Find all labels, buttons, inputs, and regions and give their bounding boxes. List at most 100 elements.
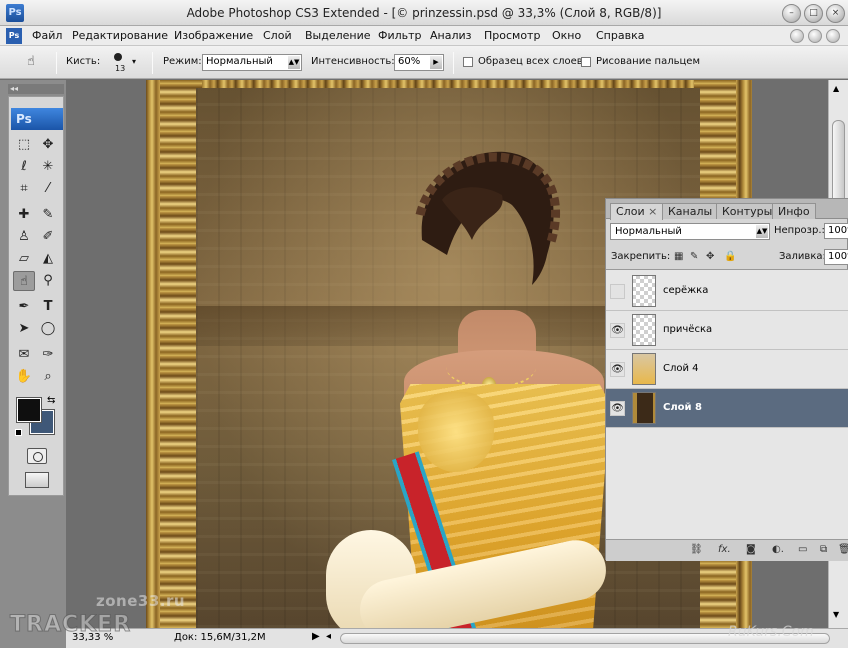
chevron-right-icon[interactable]: ▶ xyxy=(430,56,442,69)
adjustment-layer-icon[interactable]: ◐. xyxy=(772,544,784,555)
foreground-color-swatch[interactable] xyxy=(16,397,42,423)
minimize-icon[interactable]: – xyxy=(782,4,801,23)
lock-pixels-icon[interactable]: ✎ xyxy=(690,251,698,262)
layer-name: серёжка xyxy=(663,285,709,296)
layer-row[interactable]: серёжка xyxy=(606,272,848,311)
marquee-tool[interactable]: ⬚ xyxy=(13,135,35,155)
lasso-tool[interactable]: ℓ xyxy=(13,157,35,177)
close-icon[interactable]: × xyxy=(826,4,845,23)
clone-stamp-tool[interactable]: ♙ xyxy=(13,227,35,247)
add-mask-icon[interactable]: ◙ xyxy=(746,544,756,555)
default-colors-icon[interactable] xyxy=(15,429,22,436)
opacity-field[interactable]: 100% xyxy=(824,223,848,239)
doc-minimize-icon[interactable] xyxy=(790,29,804,43)
tab-layers[interactable]: Слои × xyxy=(610,203,664,220)
link-layers-icon[interactable]: ⛓ xyxy=(690,544,703,555)
screen-mode-button[interactable] xyxy=(25,472,49,488)
new-layer-icon[interactable]: ⧉ xyxy=(820,544,827,555)
tab-paths[interactable]: Контуры xyxy=(716,203,779,219)
menu-edit[interactable]: Редактирование xyxy=(72,29,168,42)
lock-transparency-icon[interactable]: ▦ xyxy=(674,251,683,262)
chevron-down-icon: ▲▼ xyxy=(288,56,300,69)
zoom-tool[interactable]: ⌕ xyxy=(37,367,59,387)
visibility-toggle-empty[interactable] xyxy=(610,284,625,299)
healing-brush-tool[interactable]: ✚ xyxy=(13,205,35,225)
smudge-tool-preset-icon[interactable]: ☝ xyxy=(20,52,42,72)
history-brush-tool[interactable]: ✐ xyxy=(37,227,59,247)
document-icon[interactable]: Ps xyxy=(6,28,22,44)
dodge-tool[interactable]: ⚲ xyxy=(37,271,59,291)
lock-all-icon[interactable]: 🔒 xyxy=(724,251,736,262)
fill-field[interactable]: 100% xyxy=(824,249,848,265)
menu-window[interactable]: Окно xyxy=(552,29,581,42)
layer-name: причёска xyxy=(663,324,713,335)
menu-select[interactable]: Выделение xyxy=(305,29,371,42)
brush-preview-icon[interactable] xyxy=(114,53,122,61)
tools-collapse-icon[interactable]: ◂◂ xyxy=(8,84,64,94)
maximize-icon[interactable]: □ xyxy=(804,4,823,23)
move-tool[interactable]: ✥ xyxy=(37,135,59,155)
quick-mask-button[interactable] xyxy=(27,448,47,464)
path-selection-tool[interactable]: ➤ xyxy=(13,319,35,339)
smudge-tool[interactable]: ☝ xyxy=(13,271,35,291)
watermark-zone33: zone33.ru xyxy=(96,592,186,610)
delete-layer-icon[interactable]: 🗑 xyxy=(838,544,848,555)
mode-select[interactable]: Нормальный ▲▼ xyxy=(202,54,302,71)
photoshop-logo[interactable]: Ps xyxy=(11,108,63,130)
tab-layers-label: Слои xyxy=(616,205,645,218)
swap-colors-icon[interactable]: ⇆ xyxy=(47,395,55,406)
doc-close-icon[interactable] xyxy=(826,29,840,43)
intensity-field[interactable]: 60% ▶ xyxy=(394,54,444,71)
document-size[interactable]: Док: 15,6M/31,2M xyxy=(174,632,266,643)
slice-tool[interactable]: ⁄ xyxy=(37,179,59,199)
eye-icon[interactable]: 👁 xyxy=(610,401,625,416)
hand-tool[interactable]: ✋ xyxy=(13,367,35,387)
lock-position-icon[interactable]: ✥ xyxy=(706,251,714,262)
ellipse-tool[interactable]: ◯ xyxy=(37,319,59,339)
new-group-icon[interactable]: ▭ xyxy=(798,544,807,555)
crop-tool[interactable]: ⌗ xyxy=(13,179,35,199)
blend-mode-select[interactable]: Нормальный ▲▼ xyxy=(610,223,770,240)
brush-size: 13 xyxy=(115,64,126,73)
scroll-left-icon[interactable]: ◂ xyxy=(326,631,331,642)
status-menu-icon[interactable]: ▶ xyxy=(312,631,320,642)
layers-bottom-bar: ⛓ fx. ◙ ◐. ▭ ⧉ 🗑 xyxy=(606,539,848,561)
type-tool[interactable]: T xyxy=(37,297,59,317)
eye-icon[interactable]: 👁 xyxy=(610,362,625,377)
eraser-tool[interactable]: ▱ xyxy=(13,249,35,269)
layer-row[interactable]: 👁 Слой 4 xyxy=(606,350,848,389)
close-icon[interactable]: × xyxy=(648,205,657,218)
intensity-label: Интенсивность: xyxy=(311,56,395,67)
blend-mode-value: Нормальный xyxy=(615,226,682,237)
doc-restore-icon[interactable] xyxy=(808,29,822,43)
brush-dropdown-icon[interactable]: ▾ xyxy=(132,57,136,66)
magic-wand-tool[interactable]: ✳ xyxy=(37,157,59,177)
scroll-down-icon[interactable]: ▼ xyxy=(833,610,839,619)
finger-paint-label: Рисование пальцем xyxy=(596,56,700,67)
brush-tool[interactable]: ✎ xyxy=(37,205,59,225)
fx-icon[interactable]: fx. xyxy=(718,544,731,555)
scroll-up-icon[interactable]: ▲ xyxy=(833,84,839,93)
tab-info[interactable]: Инфо xyxy=(772,203,816,219)
menu-view[interactable]: Просмотр xyxy=(484,29,540,42)
paint-bucket-tool[interactable]: ◭ xyxy=(37,249,59,269)
menu-image[interactable]: Изображение xyxy=(174,29,253,42)
menu-layer[interactable]: Слой xyxy=(263,29,292,42)
layers-panel: Слои × Каналы Контуры Инфо Нормальный ▲▼… xyxy=(605,198,848,561)
menu-filter[interactable]: Фильтр xyxy=(378,29,422,42)
title-bar: Ps Adobe Photoshop CS3 Extended - [© pri… xyxy=(0,0,848,26)
menu-file[interactable]: Файл xyxy=(32,29,62,42)
layer-thumbnail xyxy=(632,314,656,346)
finger-paint-checkbox[interactable] xyxy=(581,57,591,67)
eyedropper-tool[interactable]: ✑ xyxy=(37,345,59,365)
layer-row-selected[interactable]: 👁 Слой 8 xyxy=(606,389,848,428)
tab-channels[interactable]: Каналы xyxy=(662,203,719,219)
sample-all-checkbox[interactable] xyxy=(463,57,473,67)
notes-tool[interactable]: ✉ xyxy=(13,345,35,365)
menu-help[interactable]: Справка xyxy=(596,29,644,42)
scroll-thumb[interactable] xyxy=(832,120,845,206)
menu-analysis[interactable]: Анализ xyxy=(430,29,472,42)
pen-tool[interactable]: ✒ xyxy=(13,297,35,317)
eye-icon[interactable]: 👁 xyxy=(610,323,625,338)
layer-row[interactable]: 👁 причёска xyxy=(606,311,848,350)
